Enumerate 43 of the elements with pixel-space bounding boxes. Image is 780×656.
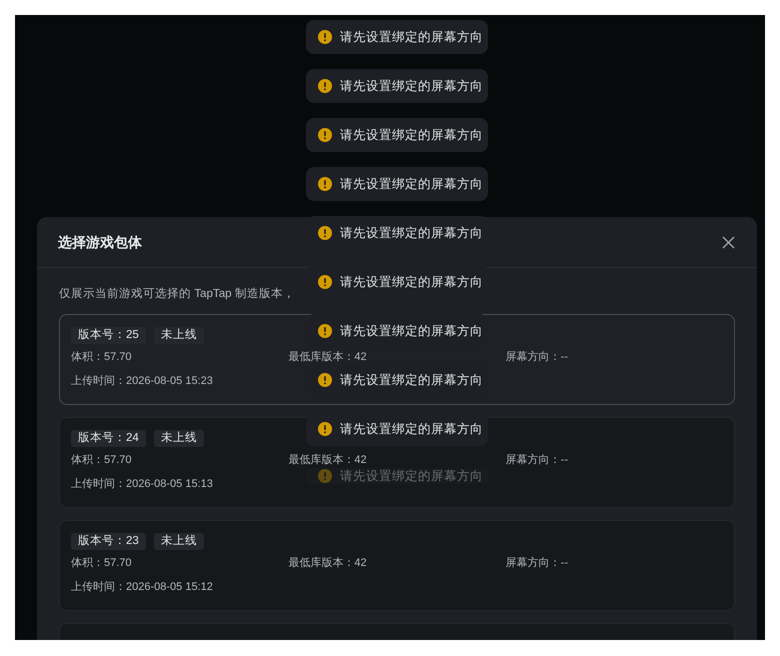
orientation-text: 屏幕方向：-- xyxy=(506,453,569,467)
warning-icon xyxy=(318,469,332,483)
warning-icon xyxy=(318,30,332,44)
status-tag: 未上线 xyxy=(154,533,204,550)
package-card[interactable]: 版本号：23 未上线 体积：57.70 最低库版本：42 屏幕方向：-- 上传时间：2026-08-05 15:12 xyxy=(59,520,735,611)
warning-icon xyxy=(318,275,332,289)
version-tag: 版本号：24 xyxy=(71,430,146,447)
warning-icon xyxy=(318,422,332,436)
warning-icon xyxy=(318,177,332,191)
toast-text: 请先设置绑定的屏幕方向 xyxy=(340,30,483,44)
toast-text: 请先设置绑定的屏幕方向 xyxy=(340,274,483,290)
warning-icon xyxy=(318,373,332,387)
toast-text: 请先设置绑定的屏幕方向 xyxy=(340,422,483,436)
size-text: 体积：57.70 xyxy=(71,350,133,364)
toast-text: 请先设置绑定的屏幕方向 xyxy=(340,78,483,94)
version-tag: 版本号：25 xyxy=(71,327,146,344)
toast-text: 请先设置绑定的屏幕方向 xyxy=(340,176,483,192)
warning-icon xyxy=(318,128,332,142)
min-lib-version-text: 最低库版本：42 xyxy=(288,556,368,570)
toast-text: 请先设置绑定的屏幕方向 xyxy=(340,324,483,338)
status-tag: 未上线 xyxy=(154,430,204,447)
orientation-text: 屏幕方向：-- xyxy=(506,556,569,570)
min-lib-version-text: 最低库版本：42 xyxy=(288,453,368,467)
status-tag: 未上线 xyxy=(154,327,204,344)
warning-icon xyxy=(318,324,332,338)
warning-icon xyxy=(318,79,332,93)
orientation-text: 屏幕方向：-- xyxy=(506,350,569,364)
close-button[interactable] xyxy=(720,234,736,250)
size-text: 体积：57.70 xyxy=(71,556,133,570)
dialog-title: 选择游戏包体 xyxy=(58,232,142,252)
upload-time-text: 上传时间：2026-08-05 15:23 xyxy=(71,374,213,388)
size-text: 体积：57.70 xyxy=(71,453,133,467)
close-icon xyxy=(722,236,734,248)
toast-text: 请先设置绑定的屏幕方向 xyxy=(340,226,483,240)
min-lib-version-text: 最低库版本：42 xyxy=(288,350,368,364)
warning-icon xyxy=(318,226,332,240)
toast-text: 请先设置绑定的屏幕方向 xyxy=(340,372,483,388)
upload-time-text: 上传时间：2026-08-05 15:12 xyxy=(71,580,213,594)
toast-text: 请先设置绑定的屏幕方向 xyxy=(340,128,483,142)
intro-text: 仅展示当前游戏可选择的 TapTap 制造版本， xyxy=(59,286,295,302)
version-tag: 版本号：23 xyxy=(71,533,146,550)
upload-time-text: 上传时间：2026-08-05 15:13 xyxy=(71,477,213,491)
toast-text: 请先设置绑定的屏幕方向 xyxy=(340,468,483,484)
